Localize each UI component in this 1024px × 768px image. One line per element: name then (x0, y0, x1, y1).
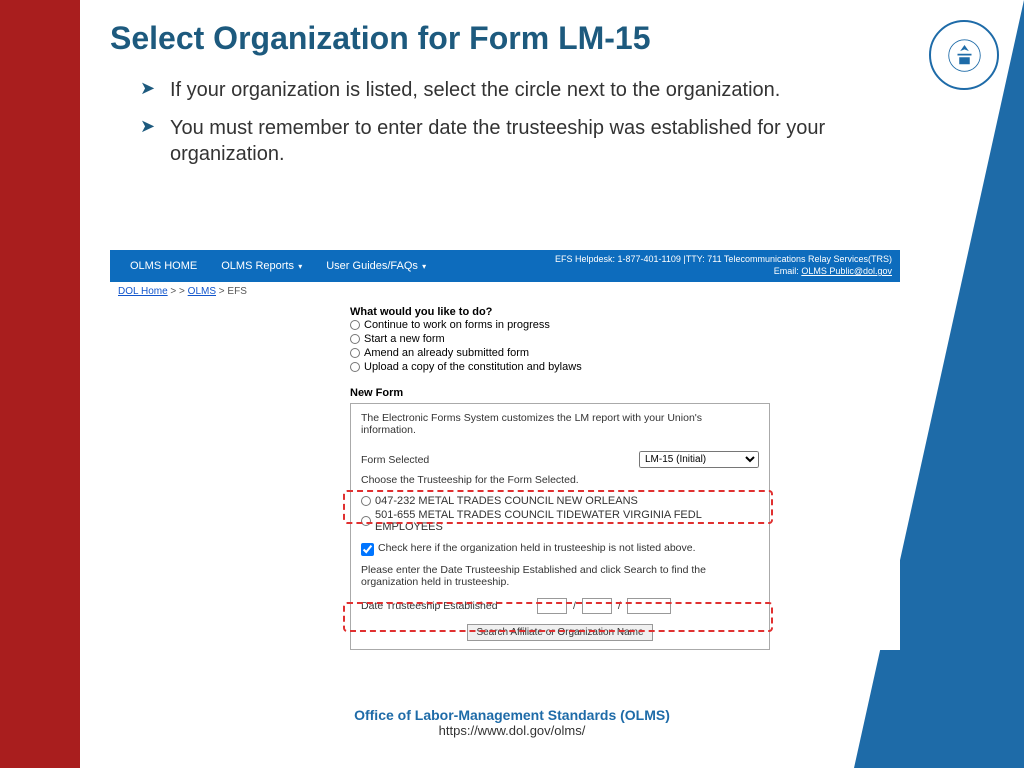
org-option-2[interactable] (361, 516, 371, 526)
red-sidebar (0, 0, 80, 768)
question-block: What would you like to do? Continue to w… (350, 301, 770, 379)
breadcrumb-dol[interactable]: DOL Home (118, 286, 168, 297)
bullet-list: If your organization is listed, select t… (140, 77, 930, 167)
opt-amend[interactable] (350, 348, 360, 358)
org-option-1[interactable] (361, 496, 371, 506)
date-month[interactable] (537, 598, 567, 614)
form-selected-label: Form Selected (361, 454, 639, 466)
nav-reports[interactable]: OLMS Reports ▾ (209, 256, 314, 276)
form-box: The Electronic Forms System customizes t… (350, 403, 770, 650)
form-selected-dropdown[interactable]: LM-15 (Initial) (639, 451, 759, 468)
nav-guides[interactable]: User Guides/FAQs ▾ (314, 256, 438, 276)
nav-bar: OLMS HOME OLMS Reports ▾ User Guides/FAQ… (110, 250, 900, 282)
date-label: Date Trusteeship Established (361, 600, 531, 612)
new-form-label: New Form (350, 387, 770, 399)
nav-home[interactable]: OLMS HOME (118, 256, 209, 276)
search-button[interactable]: Search Affiliate or Organization Name (467, 624, 652, 641)
app-screenshot: OLMS HOME OLMS Reports ▾ User Guides/FAQ… (110, 250, 900, 650)
question-title: What would you like to do? (350, 306, 770, 318)
please-enter-text: Please enter the Date Trusteeship Establ… (361, 564, 759, 588)
not-listed-label: Check here if the organization held in t… (378, 542, 696, 554)
breadcrumb: DOL Home > > OLMS > EFS (110, 282, 900, 301)
form-intro: The Electronic Forms System customizes t… (361, 412, 759, 436)
slide-title: Select Organization for Form LM-15 (110, 20, 930, 57)
footer-title: Office of Labor-Management Standards (OL… (0, 707, 1024, 723)
org-list: 047-232 METAL TRADES COUNCIL NEW ORLEANS… (361, 494, 759, 534)
date-day[interactable] (582, 598, 612, 614)
opt-continue[interactable] (350, 320, 360, 330)
email-link[interactable]: OLMS Public@dol.gov (801, 266, 892, 276)
footer: Office of Labor-Management Standards (OL… (0, 707, 1024, 738)
bullet-item: If your organization is listed, select t… (140, 77, 930, 103)
breadcrumb-olms[interactable]: OLMS (188, 286, 216, 297)
form-area: What would you like to do? Continue to w… (350, 301, 770, 650)
choose-trusteeship-label: Choose the Trusteeship for the Form Sele… (361, 474, 759, 486)
footer-url: https://www.dol.gov/olms/ (0, 723, 1024, 738)
nav-contact: EFS Helpdesk: 1-877-401-1109 |TTY: 711 T… (555, 254, 892, 277)
dol-seal (929, 20, 999, 90)
caret-down-icon: ▾ (420, 262, 426, 271)
caret-down-icon: ▾ (296, 262, 302, 271)
not-listed-checkbox[interactable] (361, 543, 374, 556)
date-row: Date Trusteeship Established / / (361, 598, 759, 614)
opt-upload[interactable] (350, 362, 360, 372)
opt-start[interactable] (350, 334, 360, 344)
slide-content: Select Organization for Form LM-15 If yo… (110, 20, 930, 197)
bullet-item: You must remember to enter date the trus… (140, 115, 930, 167)
date-year[interactable] (627, 598, 671, 614)
